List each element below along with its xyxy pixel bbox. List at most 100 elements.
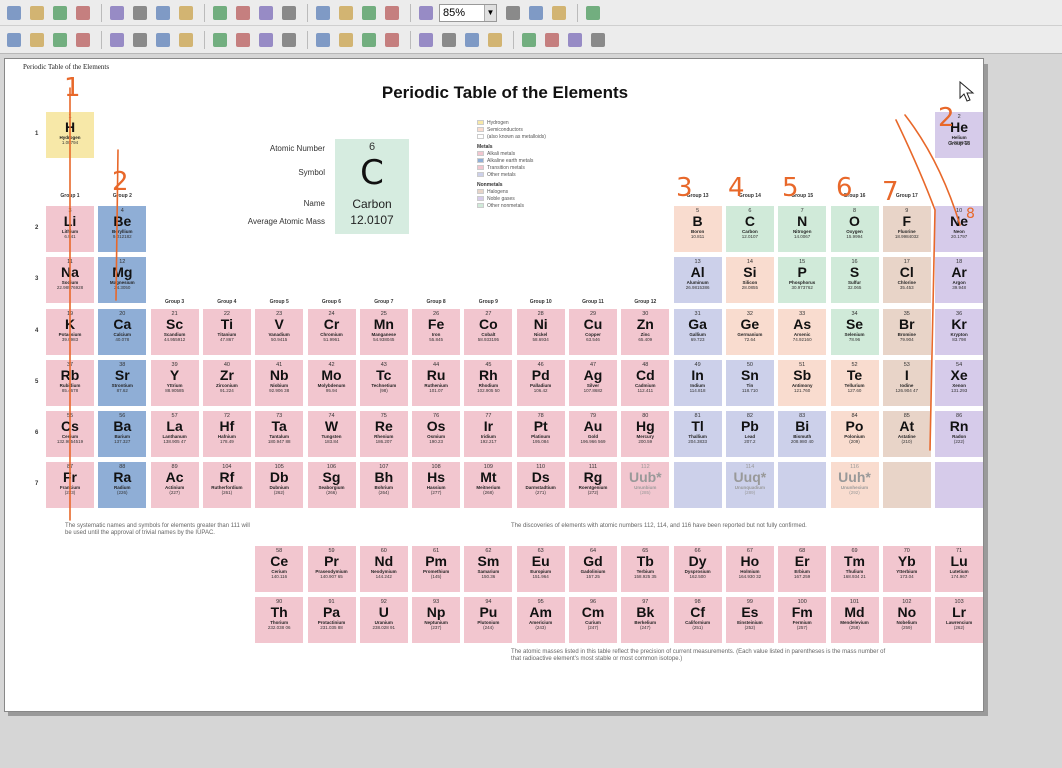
element-es: 99 Es Einsteinium (252) xyxy=(724,596,775,644)
arrow-icon[interactable] xyxy=(107,30,127,50)
element-symbol: Hf xyxy=(219,418,235,434)
bookmark-icon[interactable] xyxy=(4,30,24,50)
legend-label: Other metals xyxy=(487,171,516,178)
element-mass: 150.36 xyxy=(481,574,496,579)
tree-icon[interactable] xyxy=(336,3,356,23)
element-fm: 100 Fm Fermium (257) xyxy=(777,596,828,644)
element-mass: 140.907 65 xyxy=(320,574,343,579)
fill2-icon[interactable] xyxy=(416,30,436,50)
element-symbol: Uuh* xyxy=(838,469,871,485)
camera2-icon[interactable] xyxy=(588,30,608,50)
window-icon[interactable] xyxy=(382,3,402,23)
fill-icon[interactable] xyxy=(382,30,402,50)
element-hf: 72 Hf Hafnium 178.49 xyxy=(201,410,252,458)
element-symbol: Pr xyxy=(324,553,339,569)
zoom-select[interactable]: 85% ▼ xyxy=(439,3,497,22)
element-bk: 97 Bk Berkelium (247) xyxy=(620,596,671,644)
toolbar-separator xyxy=(101,30,102,49)
element-s: 16 S Sulfur 32.065 xyxy=(829,256,880,304)
element-mass: (266) xyxy=(326,490,337,495)
drop2-icon-glyph xyxy=(362,32,376,47)
zoom-in-icon[interactable] xyxy=(416,3,436,23)
element-mass: (223) xyxy=(64,490,76,495)
empty-element-slot xyxy=(881,461,932,509)
element-ir: 77 Ir Iridium 192.217 xyxy=(463,410,514,458)
screen-icon[interactable] xyxy=(583,3,603,23)
element-mass: 88.90585 xyxy=(165,388,184,393)
shape-icon[interactable] xyxy=(313,30,333,50)
toolbar-separator xyxy=(577,3,578,22)
arrow-icon-glyph xyxy=(110,32,124,47)
grid2-icon-glyph xyxy=(282,32,296,47)
element-mass: (268) xyxy=(483,490,494,495)
print-preview-icon[interactable] xyxy=(107,3,127,23)
link2-icon[interactable] xyxy=(542,30,562,50)
element-nb: 41 Nb Niobium 92.906 38 xyxy=(254,359,305,407)
element-cf: 98 Cf Californium (251) xyxy=(672,596,723,644)
element-symbol: Sm xyxy=(477,553,500,569)
corner2-icon[interactable] xyxy=(233,30,253,50)
element-symbol: Hs xyxy=(427,469,446,485)
legend-label: Hydrogen xyxy=(487,119,509,126)
select2-icon[interactable] xyxy=(176,30,196,50)
camera-icon[interactable] xyxy=(565,30,585,50)
open-icon[interactable] xyxy=(27,3,47,23)
legend-label: Halogens xyxy=(487,188,509,195)
element-symbol: P xyxy=(797,264,807,280)
element-sb: 51 Sb Antimony 121.760 xyxy=(777,359,828,407)
element-mass: (289) xyxy=(744,490,756,495)
bookmark2-icon[interactable] xyxy=(27,30,47,50)
legend-swatch xyxy=(477,151,484,156)
fill2-icon-glyph xyxy=(419,32,433,47)
element-symbol: Os xyxy=(426,418,446,434)
element-mass: 168.934 21 xyxy=(843,574,866,579)
new-icon[interactable] xyxy=(4,3,24,23)
element-symbol: Cf xyxy=(690,604,705,620)
search-icon[interactable] xyxy=(50,30,70,50)
copy-icon[interactable] xyxy=(210,3,230,23)
text-icon[interactable] xyxy=(313,3,333,23)
element-symbol: Ru xyxy=(426,367,446,383)
link-icon[interactable] xyxy=(519,30,539,50)
element-mass: (259) xyxy=(901,625,913,630)
zoom-out-icon[interactable] xyxy=(503,3,523,23)
element-mass: (262) xyxy=(273,490,285,495)
element-symbol: Be xyxy=(113,213,132,229)
element-symbol: Tc xyxy=(376,367,392,383)
search2-icon[interactable] xyxy=(73,30,93,50)
corner-icon[interactable] xyxy=(210,30,230,50)
element-symbol: Ge xyxy=(740,316,760,332)
redo-icon[interactable] xyxy=(153,3,173,23)
arrow2-icon[interactable] xyxy=(130,30,150,50)
element-mass: (222) xyxy=(953,439,965,444)
undo-icon[interactable] xyxy=(130,3,150,23)
camera2-icon-glyph xyxy=(591,32,605,47)
chevron-down-icon[interactable]: ▼ xyxy=(484,4,496,21)
grid-icon[interactable] xyxy=(256,30,276,50)
element-pa: 91 Pa Protactinium 231.035 88 xyxy=(306,596,357,644)
paste-icon[interactable] xyxy=(233,3,253,23)
legend-item: Alkali metals xyxy=(477,150,587,157)
table-icon[interactable] xyxy=(485,30,505,50)
cut-icon[interactable] xyxy=(176,3,196,23)
element-mass: 162.500 xyxy=(689,574,706,579)
color-icon[interactable] xyxy=(439,30,459,50)
fit-width-icon[interactable] xyxy=(549,3,569,23)
grid2-icon[interactable] xyxy=(279,30,299,50)
print-icon[interactable] xyxy=(73,3,93,23)
paint-icon[interactable] xyxy=(359,3,379,23)
color2-icon[interactable] xyxy=(462,30,482,50)
drop-icon[interactable] xyxy=(336,30,356,50)
element-mass: 183.84 xyxy=(324,439,339,444)
key-name: Carbon xyxy=(352,197,392,211)
element-symbol: In xyxy=(691,367,704,383)
element-symbol: Cu xyxy=(583,316,603,332)
element-symbol: I xyxy=(904,367,909,383)
format-icon-glyph xyxy=(259,5,273,20)
format-icon[interactable] xyxy=(256,3,276,23)
drop2-icon[interactable] xyxy=(359,30,379,50)
fit-icon[interactable] xyxy=(526,3,546,23)
save-icon[interactable] xyxy=(50,3,70,23)
select-icon[interactable] xyxy=(153,30,173,50)
format-painter-icon[interactable] xyxy=(279,3,299,23)
